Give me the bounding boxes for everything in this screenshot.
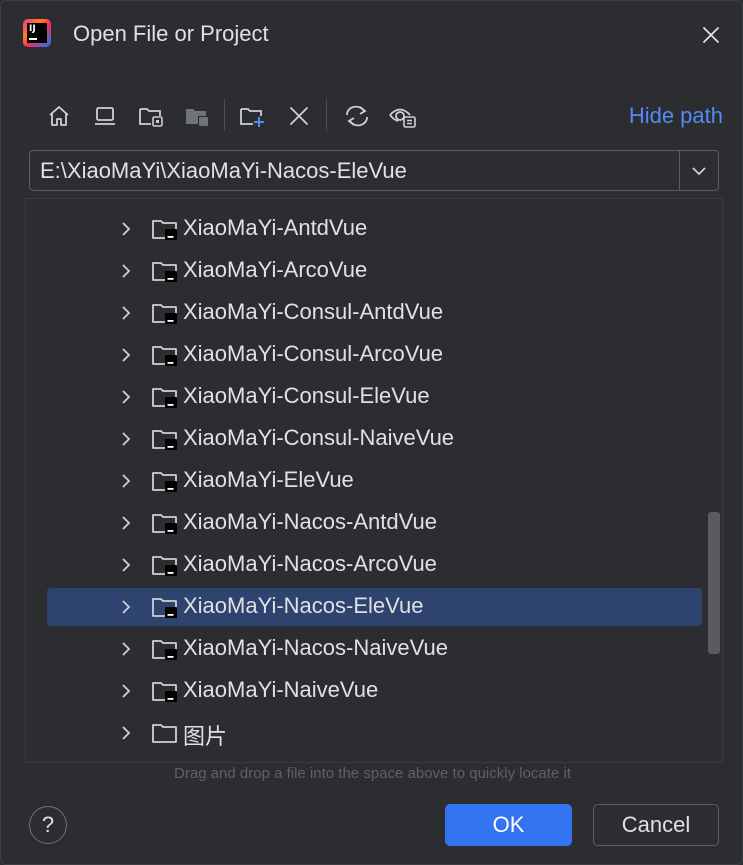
chevron-right-icon[interactable] bbox=[119, 514, 133, 532]
tree-row[interactable]: XiaoMaYi-AntdVue bbox=[47, 210, 702, 248]
project-folder-icon bbox=[152, 346, 177, 366]
scrollbar-thumb[interactable] bbox=[708, 512, 720, 654]
tree-row[interactable]: XiaoMaYi-Consul-ArcoVue bbox=[47, 336, 702, 374]
hide-path-link[interactable]: Hide path bbox=[629, 103, 723, 129]
path-history-dropdown-button[interactable] bbox=[680, 151, 718, 190]
chevron-right-icon[interactable] bbox=[119, 262, 133, 280]
refresh-icon bbox=[346, 105, 368, 127]
chevron-right-icon[interactable] bbox=[119, 220, 133, 238]
ok-button[interactable]: OK bbox=[445, 804, 572, 846]
tree-row-label: XiaoMaYi-Consul-AntdVue bbox=[183, 299, 444, 324]
project-folder-icon bbox=[152, 388, 177, 408]
tree-row[interactable]: XiaoMaYi-Nacos-ArcoVue bbox=[47, 546, 702, 584]
project-directory-button[interactable] bbox=[133, 97, 169, 135]
chevron-right-icon[interactable] bbox=[119, 304, 133, 322]
path-input[interactable] bbox=[30, 151, 678, 190]
chevron-right-icon[interactable] bbox=[119, 388, 133, 406]
desktop-button[interactable] bbox=[87, 97, 123, 135]
project-folder-icon bbox=[152, 682, 177, 702]
module-directory-icon bbox=[186, 109, 208, 126]
tree-row[interactable]: XiaoMaYi-Consul-AntdVue bbox=[47, 294, 702, 332]
tree-row-label: XiaoMaYi-Nacos-EleVue bbox=[183, 593, 424, 618]
show-hidden-files-button[interactable] bbox=[385, 97, 421, 135]
open-file-dialog: IJ Open File or Project Hide path E:\Xia… bbox=[0, 0, 743, 865]
tree-row-label: XiaoMaYi-AntdVue bbox=[183, 215, 368, 240]
tree-row-label: XiaoMaYi-NaiveVue bbox=[183, 677, 379, 702]
delete-button[interactable] bbox=[281, 97, 317, 135]
chevron-right-icon[interactable] bbox=[119, 724, 133, 742]
tree-row[interactable]: XiaoMaYi-ArcoVue bbox=[47, 252, 702, 290]
project-directory-icon bbox=[139, 108, 163, 127]
show-hidden-icon bbox=[389, 108, 416, 128]
home-button[interactable] bbox=[41, 97, 77, 135]
close-icon bbox=[703, 27, 719, 43]
toolbar-separator bbox=[224, 99, 225, 131]
tree-row[interactable]: 图片 bbox=[47, 714, 702, 752]
tree-row-label: XiaoMaYi-Nacos-ArcoVue bbox=[183, 551, 437, 576]
tree-row[interactable]: XiaoMaYi-EleVue bbox=[47, 462, 702, 500]
tree-row-label: XiaoMaYi-Nacos-NaiveVue bbox=[183, 635, 448, 660]
chevron-right-icon[interactable] bbox=[119, 472, 133, 490]
desktop-icon bbox=[95, 107, 115, 125]
folder-icon bbox=[152, 724, 177, 743]
chevron-right-icon[interactable] bbox=[119, 430, 133, 448]
project-folder-icon bbox=[152, 640, 177, 660]
tree-row[interactable]: XiaoMaYi-Nacos-EleVue bbox=[47, 588, 702, 626]
title-bar: IJ Open File or Project bbox=[1, 1, 742, 69]
refresh-button[interactable] bbox=[339, 97, 375, 135]
delete-icon bbox=[290, 107, 308, 125]
tree-row-label: XiaoMaYi-Consul-EleVue bbox=[183, 383, 430, 408]
project-folder-icon bbox=[152, 220, 177, 240]
chevron-down-icon bbox=[692, 166, 706, 175]
chevron-right-icon[interactable] bbox=[119, 640, 133, 658]
tree-row[interactable]: XiaoMaYi-Consul-EleVue bbox=[47, 378, 702, 416]
close-button[interactable] bbox=[699, 23, 723, 47]
tree-row[interactable]: XiaoMaYi-Nacos-NaiveVue bbox=[47, 630, 702, 668]
project-folder-icon bbox=[152, 262, 177, 282]
intellij-logo-icon: IJ bbox=[23, 19, 51, 47]
project-folder-icon bbox=[152, 304, 177, 324]
home-icon bbox=[49, 106, 69, 126]
drag-drop-hint: Drag and drop a file into the space abov… bbox=[174, 765, 571, 782]
toolbar: Hide path bbox=[41, 97, 731, 135]
project-folder-icon bbox=[152, 598, 177, 618]
project-folder-icon bbox=[152, 472, 177, 492]
path-combobox bbox=[29, 150, 719, 191]
chevron-right-icon[interactable] bbox=[119, 682, 133, 700]
toolbar-separator bbox=[326, 99, 327, 131]
tree-row[interactable]: XiaoMaYi-Consul-NaiveVue bbox=[47, 420, 702, 458]
chevron-right-icon[interactable] bbox=[119, 346, 133, 364]
project-folder-icon bbox=[152, 514, 177, 534]
tree-row-label: XiaoMaYi-EleVue bbox=[183, 467, 354, 492]
new-folder-button[interactable] bbox=[235, 97, 271, 135]
chevron-right-icon[interactable] bbox=[119, 598, 133, 616]
dialog-title: Open File or Project bbox=[73, 21, 269, 46]
chevron-right-icon[interactable] bbox=[119, 556, 133, 574]
cancel-button[interactable]: Cancel bbox=[593, 804, 719, 846]
project-folder-icon bbox=[152, 556, 177, 576]
tree-row[interactable]: XiaoMaYi-NaiveVue bbox=[47, 672, 702, 710]
module-directory-button[interactable] bbox=[179, 97, 215, 135]
tree-row-label: 图片 bbox=[183, 724, 228, 749]
tree-row-label: XiaoMaYi-Nacos-AntdVue bbox=[183, 509, 437, 534]
tree-row-label: XiaoMaYi-Consul-NaiveVue bbox=[183, 425, 455, 450]
project-folder-icon bbox=[152, 430, 177, 450]
help-button[interactable]: ? bbox=[29, 806, 67, 844]
tree-row-label: XiaoMaYi-ArcoVue bbox=[183, 257, 368, 282]
vertical-scrollbar[interactable] bbox=[706, 199, 722, 762]
tree-row[interactable]: XiaoMaYi-Nacos-AntdVue bbox=[47, 504, 702, 542]
file-tree[interactable]: 图片 XiaoMaYi-NaiveVue XiaoMaYi-Nacos-NaiveV… bbox=[25, 198, 723, 763]
new-folder-icon bbox=[240, 108, 264, 127]
tree-row-label: XiaoMaYi-Consul-ArcoVue bbox=[183, 341, 444, 366]
